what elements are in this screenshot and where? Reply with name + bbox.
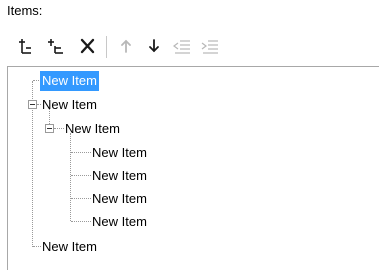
- tree-connector: [71, 198, 91, 199]
- indent-button[interactable]: [200, 37, 220, 55]
- toolbar-separator: [106, 36, 107, 58]
- move-up-icon: [121, 39, 131, 53]
- tree-connector: [71, 175, 91, 176]
- tree-connector: [71, 221, 91, 222]
- items-caption: Items:: [7, 3, 43, 18]
- delete-item-button[interactable]: [78, 37, 98, 55]
- add-child-item-icon: [48, 39, 63, 54]
- indent-icon: [201, 40, 218, 54]
- add-child-item-button[interactable]: [46, 37, 66, 55]
- tree-node[interactable]: New Item: [40, 71, 99, 91]
- tree-connector: [70, 133, 71, 221]
- tree-node[interactable]: New Item: [90, 189, 149, 209]
- items-toolbar: [0, 32, 379, 60]
- move-down-button[interactable]: [144, 37, 164, 55]
- tree-node[interactable]: New Item: [40, 237, 99, 257]
- outdent-icon: [173, 40, 190, 54]
- outdent-button[interactable]: [172, 37, 192, 55]
- items-tree[interactable]: New Item New Item New Item New Item New …: [7, 66, 379, 270]
- add-item-button[interactable]: [17, 37, 37, 55]
- delete-icon: [80, 38, 95, 54]
- tree-node[interactable]: New Item: [90, 212, 149, 232]
- move-down-icon: [149, 39, 159, 53]
- add-item-icon: [19, 39, 31, 54]
- tree-node[interactable]: New Item: [90, 166, 149, 186]
- tree-node[interactable]: New Item: [63, 119, 122, 139]
- collapse-toggle[interactable]: [28, 100, 37, 109]
- tree-node[interactable]: New Item: [90, 143, 149, 163]
- tree-node[interactable]: New Item: [40, 95, 99, 115]
- collapse-toggle[interactable]: [45, 124, 54, 133]
- tree-connector: [71, 152, 91, 153]
- move-up-button[interactable]: [116, 37, 136, 55]
